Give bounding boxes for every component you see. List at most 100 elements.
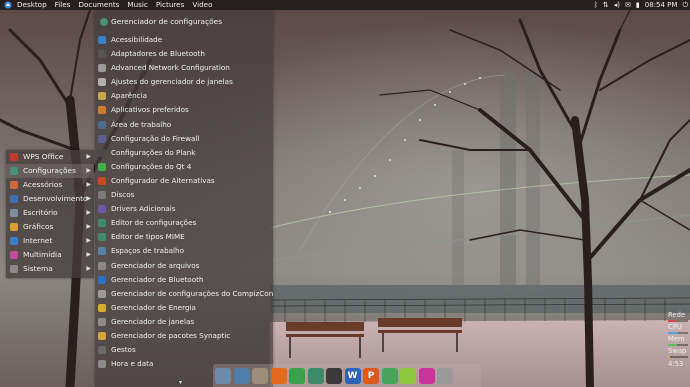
dock-trash-icon[interactable] bbox=[437, 367, 453, 384]
category-item[interactable]: Multimídia ▶ bbox=[6, 248, 94, 262]
compiz-icon bbox=[98, 289, 106, 298]
disks-icon bbox=[98, 191, 106, 200]
category-item[interactable]: Escritório ▶ bbox=[6, 206, 94, 220]
dock-downloads-icon[interactable] bbox=[252, 367, 268, 384]
category-item-label: Multimídia bbox=[23, 250, 62, 259]
volume-icon[interactable]: ◂) bbox=[614, 0, 620, 10]
category-item-label: Acessórios bbox=[23, 180, 63, 189]
submenu-item[interactable]: Configurações do Qt 4 bbox=[95, 160, 273, 174]
submenu-item[interactable]: Gerenciador de Energia bbox=[95, 301, 273, 315]
category-item[interactable]: Configurações ▶ bbox=[6, 164, 94, 178]
category-item[interactable]: WPS Office ▶ bbox=[6, 150, 94, 164]
submenu-item-label: Editor de configurações bbox=[111, 218, 197, 228]
indicator-icon[interactable]: ✉ bbox=[625, 0, 631, 10]
submenu-item[interactable]: Gerenciador de arquivos bbox=[95, 259, 273, 273]
submenu-item-label: Configurador de Alternativas bbox=[111, 175, 215, 185]
submenu-item-label: Editor de tipos MIME bbox=[111, 232, 185, 242]
system-monitor-widget: Rede CPU Mem Swap 4:53 bbox=[668, 311, 690, 368]
chevron-right-icon: ▶ bbox=[86, 153, 91, 160]
monitor-clock: 4:53 bbox=[668, 360, 684, 368]
submenu-item-label: Configuração do Firewall bbox=[111, 133, 200, 143]
submenu-header-item[interactable]: Gerenciador de configurações bbox=[95, 11, 273, 33]
top-menu-pictures[interactable]: Pictures bbox=[156, 0, 184, 10]
category-item[interactable]: Sistema ▶ bbox=[6, 262, 94, 276]
submenu-item[interactable]: Aplicativos preferidos bbox=[95, 103, 273, 117]
submenu-item-label: Hora e data bbox=[111, 359, 154, 369]
category-item-label: Sistema bbox=[23, 264, 53, 273]
category-item[interactable]: Internet ▶ bbox=[6, 234, 94, 248]
battery-icon[interactable]: ▮ bbox=[636, 0, 640, 10]
settings-submenu: Gerenciador de configurações Acessibilid… bbox=[95, 11, 273, 387]
submenu-item[interactable]: Aparência bbox=[95, 89, 273, 103]
submenu-item-label: Área de trabalho bbox=[111, 119, 172, 129]
top-menu-documents[interactable]: Documents bbox=[78, 0, 119, 10]
scroll-down-indicator[interactable]: ▾ bbox=[179, 379, 182, 386]
submenu-item-label: Gerenciador de arquivos bbox=[111, 260, 200, 270]
submenu-item-label: Gestos bbox=[111, 345, 136, 355]
system-icon bbox=[10, 265, 18, 273]
submenu-item[interactable]: Configurações do Plank bbox=[95, 146, 273, 160]
submenu-item[interactable]: Área de trabalho bbox=[95, 118, 273, 132]
submenu-item[interactable]: Configurador de Alternativas bbox=[95, 174, 273, 188]
category-item[interactable]: Desenvolvimento ▶ bbox=[6, 192, 94, 206]
submenu-item-label: Gerenciador de configurações do CompizCo… bbox=[111, 288, 273, 298]
category-item[interactable]: Gráficos ▶ bbox=[6, 220, 94, 234]
top-menu-music[interactable]: Music bbox=[127, 0, 147, 10]
dock-chrome-icon[interactable] bbox=[289, 367, 305, 384]
settings-icon bbox=[10, 167, 18, 175]
monitor-bar-fill bbox=[668, 356, 670, 358]
system-tray: ᛒ ⇅ ◂) ✉ ▮ 08:54 PM ⏻ bbox=[594, 0, 688, 10]
category-item[interactable]: Acessórios ▶ bbox=[6, 178, 94, 192]
distro-logo-icon[interactable] bbox=[4, 1, 12, 9]
dock-software-center-icon[interactable] bbox=[381, 367, 398, 384]
dock-network-icon[interactable] bbox=[233, 367, 250, 384]
plank-dock: WP bbox=[213, 364, 481, 387]
submenu-item-label: Aplicativos preferidos bbox=[111, 105, 189, 115]
submenu-item-label: Configurações do Qt 4 bbox=[111, 161, 192, 171]
submenu-header-label: Gerenciador de configurações bbox=[111, 17, 223, 26]
network-icon[interactable]: ⇅ bbox=[603, 0, 609, 10]
wps-office-icon bbox=[10, 153, 18, 161]
monitor-row: Mem bbox=[668, 335, 690, 347]
power-icon[interactable]: ⏻ bbox=[682, 0, 688, 10]
time-date-icon bbox=[98, 360, 106, 369]
submenu-items: Acessibilidade Adaptadores de Bluetooth Ad… bbox=[95, 33, 273, 371]
submenu-item[interactable]: Drivers Adicionais bbox=[95, 202, 273, 216]
submenu-item[interactable]: Gestos bbox=[95, 343, 273, 357]
submenu-item[interactable]: Adaptadores de Bluetooth bbox=[95, 47, 273, 61]
dock-settings-icon[interactable] bbox=[307, 367, 324, 384]
bluetooth-icon[interactable]: ᛒ bbox=[594, 0, 598, 10]
dock-file-manager-icon[interactable] bbox=[215, 367, 231, 384]
submenu-item[interactable]: Discos bbox=[95, 188, 273, 202]
dock-games-icon[interactable] bbox=[418, 367, 435, 384]
alternatives-icon bbox=[98, 176, 106, 185]
dock-firefox-icon[interactable] bbox=[270, 367, 287, 384]
submenu-item[interactable]: Advanced Network Configuration bbox=[95, 61, 273, 75]
submenu-item-label: Adaptadores de Bluetooth bbox=[111, 49, 205, 59]
submenu-item[interactable]: Ajustes do gerenciador de janelas bbox=[95, 75, 273, 89]
category-item-label: Internet bbox=[23, 236, 53, 245]
submenu-item[interactable]: Editor de tipos MIME bbox=[95, 230, 273, 244]
dock-package-icon[interactable] bbox=[400, 367, 416, 384]
clock-label[interactable]: 08:54 PM bbox=[645, 0, 678, 10]
workspaces-icon bbox=[98, 247, 106, 256]
submenu-item[interactable]: Editor de configurações bbox=[95, 216, 273, 230]
dock-wps-writer-icon[interactable]: W bbox=[344, 367, 361, 384]
top-menu-video[interactable]: Video bbox=[192, 0, 212, 10]
submenu-item[interactable]: Gerenciador de pacotes Synaptic bbox=[95, 329, 273, 343]
dock-wps-presentation-icon[interactable]: P bbox=[363, 367, 379, 384]
submenu-item[interactable]: Gerenciador de configurações do CompizCo… bbox=[95, 287, 273, 301]
top-menu-files[interactable]: Files bbox=[55, 0, 71, 10]
bluetooth-manager-icon bbox=[98, 275, 106, 284]
submenu-item[interactable]: Gerenciador de janelas bbox=[95, 315, 273, 329]
office-icon bbox=[10, 209, 18, 217]
submenu-item[interactable]: Acessibilidade bbox=[95, 33, 273, 47]
submenu-item[interactable]: Espaços de trabalho bbox=[95, 244, 273, 258]
submenu-item[interactable]: Gerenciador de Bluetooth bbox=[95, 273, 273, 287]
submenu-item[interactable]: Configuração do Firewall bbox=[95, 132, 273, 146]
dock-terminal-icon[interactable] bbox=[326, 367, 342, 384]
chevron-right-icon: ▶ bbox=[86, 265, 91, 272]
monitor-bar-fill bbox=[668, 332, 678, 334]
top-menu-desktop[interactable]: Desktop bbox=[17, 0, 47, 10]
category-item-label: Configurações bbox=[23, 166, 76, 175]
